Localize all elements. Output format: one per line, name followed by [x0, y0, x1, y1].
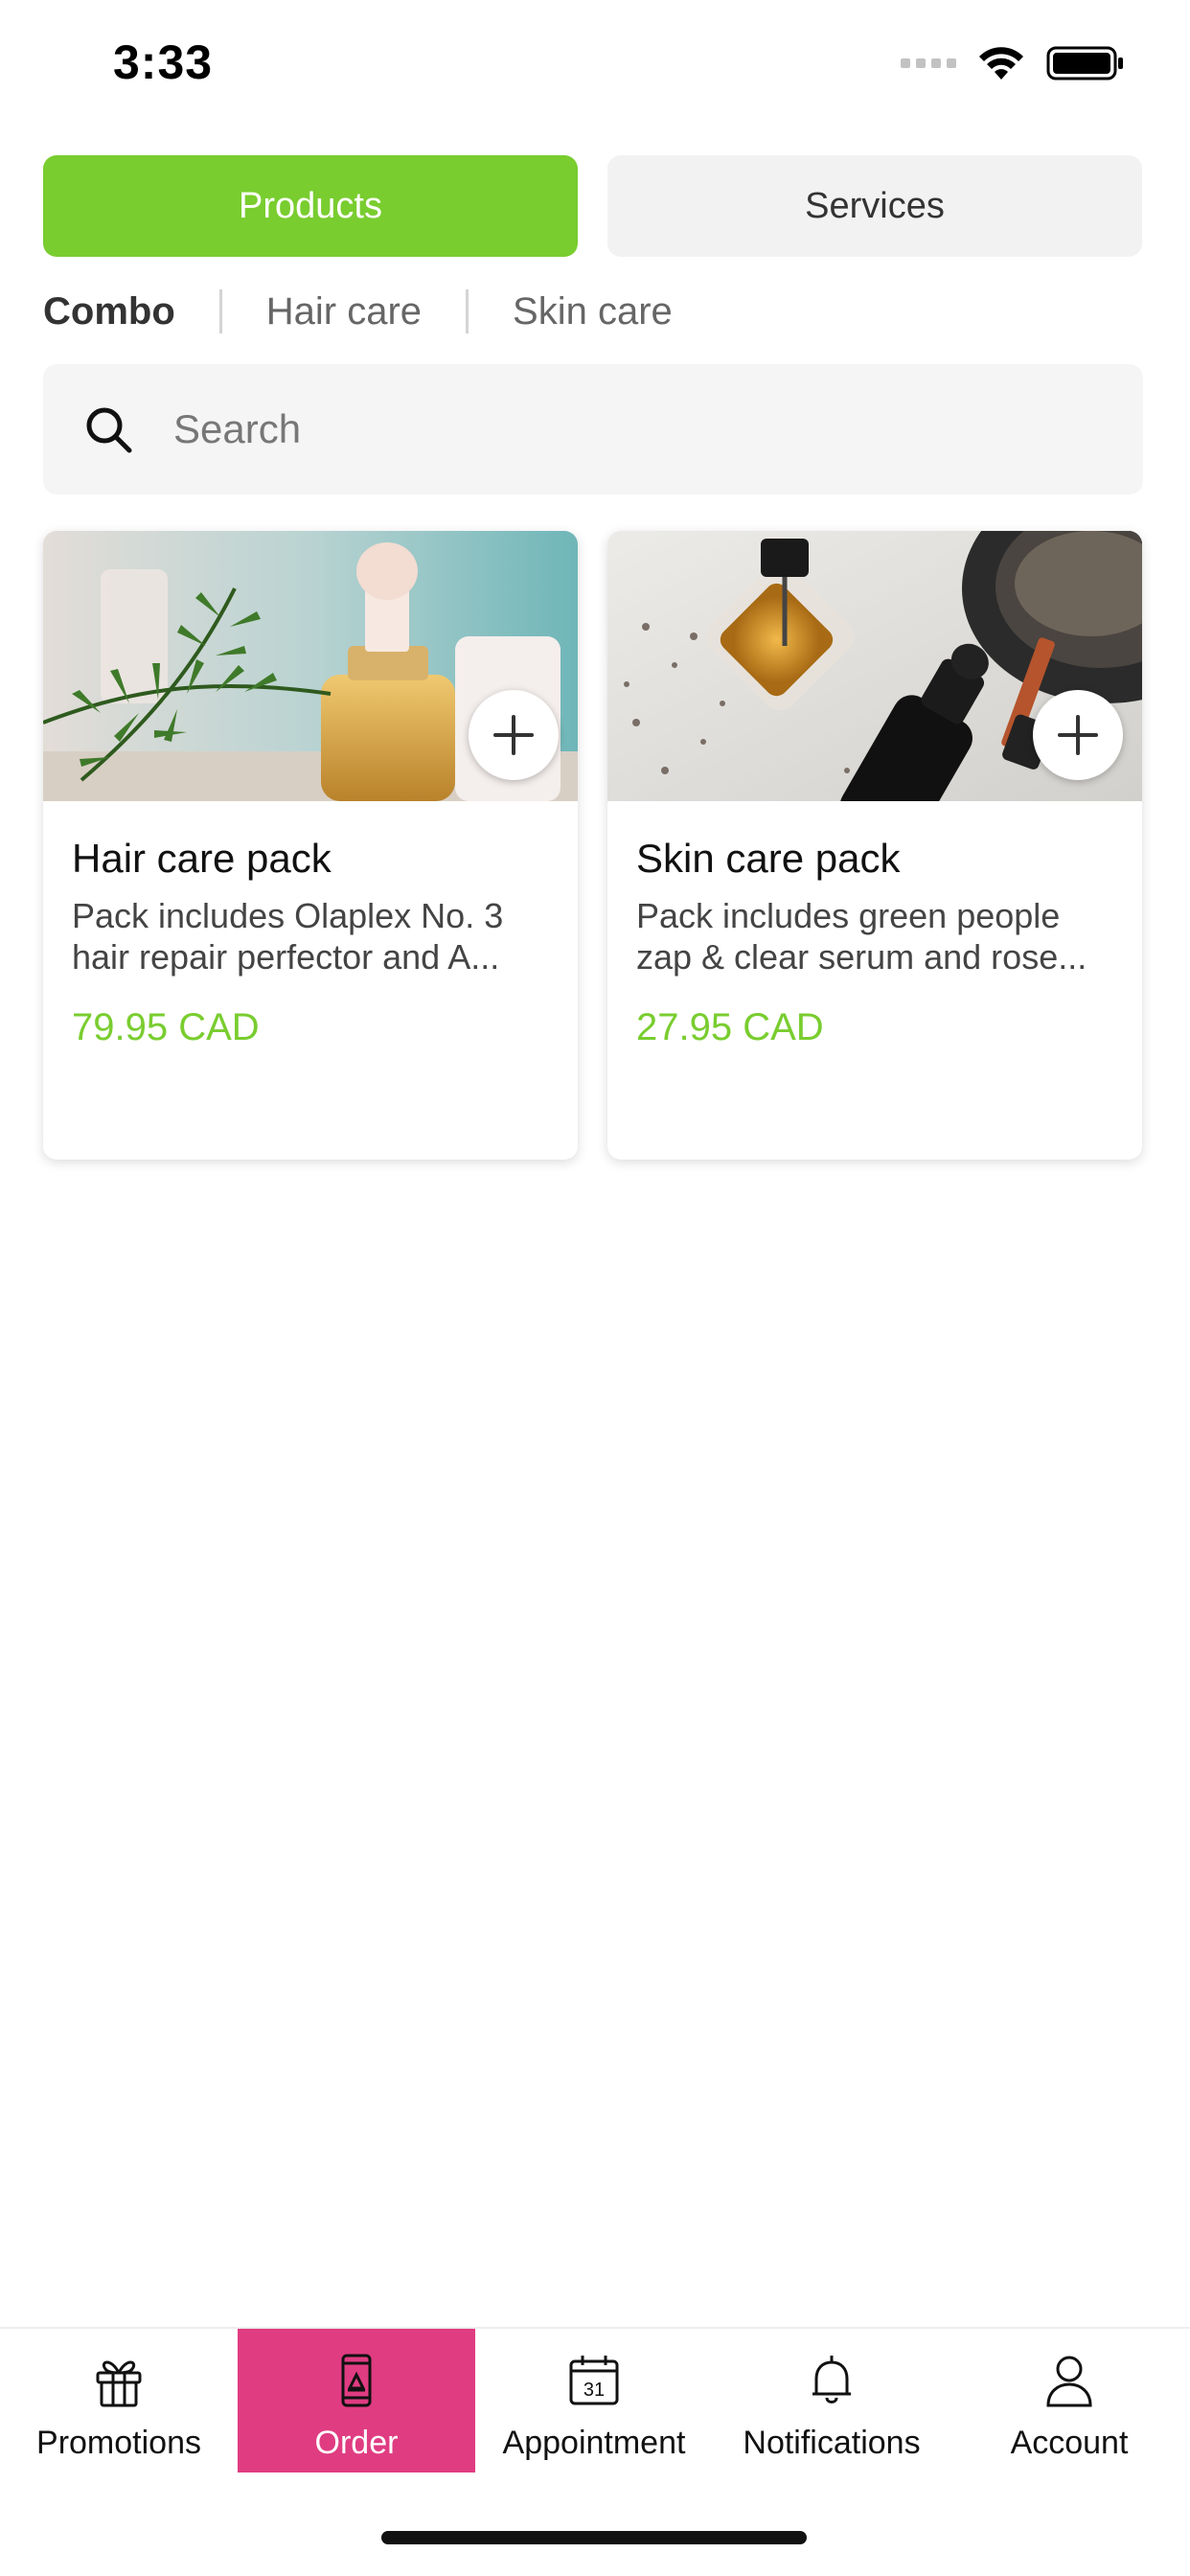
product-image — [43, 531, 578, 801]
gift-icon — [96, 2360, 142, 2407]
nav-item-order[interactable]: Order — [238, 2329, 475, 2472]
bell-icon — [812, 2356, 851, 2404]
product-description: Pack includes Olaplex No. 3 hair repair … — [72, 896, 504, 977]
battery-icon — [1046, 46, 1123, 80]
product-description: Pack includes green people zap & clear s… — [636, 896, 1087, 977]
category-tabs: Combo Hair care Skin care — [43, 283, 673, 340]
product-title: Hair care pack — [72, 836, 332, 881]
tab-divider — [466, 289, 469, 334]
nav-label-appointment: Appointment — [502, 2425, 686, 2461]
nav-item-account[interactable]: Account — [950, 2329, 1188, 2472]
nav-item-notifications[interactable]: Notifications — [713, 2329, 950, 2472]
services-segment-button[interactable]: Services — [607, 155, 1142, 257]
plus-icon — [493, 715, 534, 755]
product-image — [607, 531, 1142, 801]
status-time: 3:33 — [113, 35, 214, 89]
products-segment-button[interactable]: Products — [43, 155, 578, 257]
nav-label-notifications: Notifications — [743, 2425, 921, 2461]
user-icon — [1046, 2356, 1092, 2407]
product-card[interactable]: Skin care pack Pack includes green peopl… — [607, 531, 1142, 1160]
product-price: 27.95 CAD — [636, 1006, 824, 1048]
product-card[interactable]: Hair care pack Pack includes Olaplex No.… — [43, 531, 578, 1160]
tab-combo[interactable]: Combo — [43, 290, 175, 334]
add-to-cart-button[interactable] — [1033, 690, 1123, 780]
add-to-cart-button[interactable] — [469, 690, 559, 780]
wifi-icon — [979, 47, 1023, 80]
tab-hair-care[interactable]: Hair care — [266, 290, 422, 334]
product-title: Skin care pack — [636, 836, 901, 881]
tab-divider — [218, 289, 222, 334]
nav-label-account: Account — [1010, 2425, 1129, 2461]
search-icon — [86, 407, 132, 453]
status-bar: 3:33 — [0, 0, 1190, 134]
nav-label-promotions: Promotions — [36, 2425, 201, 2461]
calendar-icon: 31 — [569, 2356, 619, 2405]
bottom-nav: Promotions Order 31 Appointment Notifica… — [0, 2327, 1190, 2472]
plus-icon — [1058, 715, 1098, 755]
search-input[interactable] — [173, 406, 1036, 452]
status-icons — [901, 44, 1125, 82]
product-price: 79.95 CAD — [72, 1006, 260, 1048]
cellular-signal-icon — [901, 58, 956, 68]
home-indicator — [381, 2531, 807, 2544]
tab-skin-care[interactable]: Skin care — [513, 290, 673, 334]
phone-order-icon — [341, 2354, 372, 2407]
search-bar[interactable] — [43, 364, 1143, 494]
nav-label-order: Order — [314, 2425, 399, 2461]
nav-item-promotions[interactable]: Promotions — [0, 2329, 238, 2472]
nav-item-appointment[interactable]: 31 Appointment — [475, 2329, 713, 2472]
calendar-day-text: 31 — [584, 2380, 605, 2401]
